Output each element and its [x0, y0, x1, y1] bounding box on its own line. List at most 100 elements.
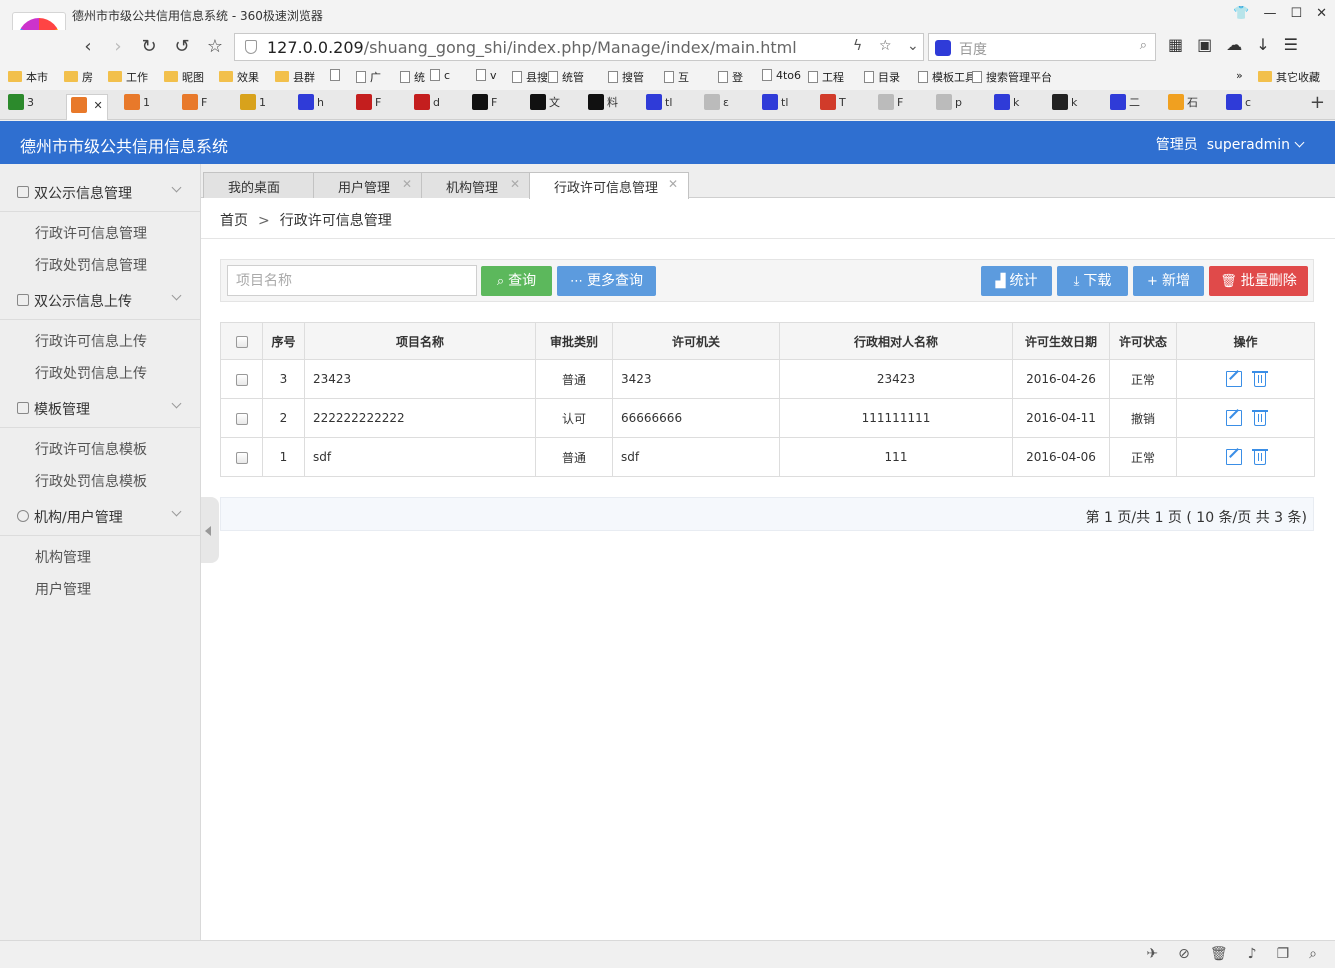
more-query-button[interactable]: ⋯ 更多查询 [557, 266, 656, 296]
sidebar-item-penalty-manage[interactable]: 行政处罚信息管理 [35, 255, 147, 275]
browser-tab[interactable]: h [298, 94, 324, 118]
shirt-icon[interactable]: 👕 [1233, 6, 1249, 21]
bookmark-item[interactable]: v [476, 69, 497, 82]
close-icon[interactable]: ✕ [90, 99, 102, 112]
search-icon[interactable]: ⌕ [1140, 38, 1147, 53]
bookmark-item[interactable]: 县搜 [512, 69, 548, 85]
bookmark-item[interactable]: 搜索管理平台 [972, 69, 1052, 85]
address-bar[interactable]: 127.0.0.209/shuang_gong_shi/index.php/Ma… [234, 33, 924, 61]
forward-icon[interactable]: › [106, 35, 130, 59]
bookmarks-other[interactable]: 其它收藏 [1258, 69, 1320, 85]
pin-icon[interactable]: ✈ [1146, 946, 1158, 962]
browser-tab[interactable]: 二 [1110, 94, 1140, 118]
sidebar-item-license-upload[interactable]: 行政许可信息上传 [35, 331, 147, 351]
sidebar-group-upload[interactable]: 双公示信息上传 [0, 280, 200, 320]
bookmark-item[interactable] [330, 69, 344, 82]
refresh-icon[interactable]: ↻ [137, 35, 161, 59]
close-icon[interactable]: ✕ [1316, 6, 1327, 21]
lightning-icon[interactable]: ϟ [853, 38, 862, 54]
new-tab-icon[interactable]: + [1310, 92, 1325, 113]
select-all-checkbox[interactable] [220, 322, 263, 360]
sidebar-item-penalty-template[interactable]: 行政处罚信息模板 [35, 471, 147, 491]
download-icon[interactable]: ↓ [1256, 35, 1269, 54]
menu-icon[interactable]: ☰ [1284, 35, 1298, 54]
screenshot-icon[interactable]: ▣ [1197, 35, 1212, 54]
minimize-icon[interactable]: — [1263, 6, 1276, 21]
browser-tab[interactable]: F [472, 94, 497, 118]
query-button[interactable]: ⌕ 查询 [481, 266, 552, 296]
sidebar-item-license-manage[interactable]: 行政许可信息管理 [35, 223, 147, 243]
bookmark-item[interactable]: 统管 [548, 69, 584, 85]
browser-tab[interactable]: ε [704, 94, 729, 118]
browser-tab[interactable]: 1 [124, 94, 150, 118]
row-checkbox[interactable] [220, 437, 263, 477]
zoom-icon[interactable]: ⌕ [1309, 946, 1317, 962]
browser-tab[interactable]: c [1226, 94, 1251, 118]
browser-tab[interactable]: F [878, 94, 903, 118]
sidebar-item-penalty-upload[interactable]: 行政处罚信息上传 [35, 363, 147, 383]
browser-tab[interactable]: 3 [8, 94, 34, 118]
download-button[interactable]: ⤓ 下载 [1057, 266, 1128, 296]
tab-org-manage[interactable]: 机构管理 ✕ [421, 172, 531, 198]
bookmark-item[interactable]: 目录 [864, 69, 900, 85]
bookmark-item[interactable]: 县群 [275, 69, 315, 85]
stats-button[interactable]: ▟ 统计 [981, 266, 1052, 296]
volume-icon[interactable]: ♪ [1248, 946, 1257, 962]
cloud-icon[interactable]: ☁ [1226, 35, 1242, 54]
sidebar-collapse-handle[interactable] [201, 497, 219, 563]
browser-tab[interactable]: 文 [530, 94, 560, 118]
tab-license-manage[interactable]: 行政许可信息管理 ✕ [529, 172, 689, 199]
edit-icon[interactable] [1225, 449, 1242, 465]
bookmark-item[interactable]: 工作 [108, 69, 148, 85]
back-icon[interactable]: ‹ [76, 35, 100, 59]
browser-tab[interactable]: F [182, 94, 207, 118]
browser-tab[interactable]: 石 [1168, 94, 1198, 118]
browser-tab[interactable]: 1 [240, 94, 266, 118]
bookmark-item[interactable]: 登 [718, 69, 743, 85]
browser-tab[interactable]: 料 [588, 94, 618, 118]
user-menu[interactable]: 管理员 superadmin [1156, 134, 1305, 154]
bookmark-item[interactable]: 互 [664, 69, 689, 85]
browser-tab[interactable]: k [1052, 94, 1077, 118]
delete-icon[interactable] [1251, 410, 1268, 426]
tab-user-manage[interactable]: 用户管理 ✕ [313, 172, 423, 198]
browser-tab[interactable]: tl [762, 94, 788, 118]
bookmark-item[interactable]: 搜管 [608, 69, 644, 85]
bookmark-item[interactable]: 效果 [219, 69, 259, 85]
bookmark-item[interactable]: 统 [400, 69, 425, 85]
browser-tab[interactable]: k [994, 94, 1019, 118]
close-icon[interactable]: ✕ [668, 177, 678, 191]
bookmark-item[interactable]: 房 [64, 69, 93, 85]
browser-tab[interactable]: ✕ [66, 94, 108, 120]
favorite-star-icon[interactable]: ☆ [879, 38, 892, 54]
browser-tab[interactable]: p [936, 94, 962, 118]
close-icon[interactable]: ✕ [510, 177, 520, 191]
compass-icon[interactable]: ⊘ [1178, 946, 1190, 962]
browser-search-box[interactable]: 百度 ⌕ [928, 33, 1156, 61]
sidebar-group-org-user[interactable]: 机构/用户管理 [0, 496, 200, 536]
bookmark-item[interactable]: 本市 [8, 69, 48, 85]
bookmark-item[interactable]: 广 [356, 69, 381, 85]
sidebar-group-double-publicity[interactable]: 双公示信息管理 [0, 172, 200, 212]
edit-icon[interactable] [1225, 371, 1242, 387]
browser-tab[interactable]: T [820, 94, 846, 118]
dropdown-icon[interactable]: ⌄ [907, 38, 919, 54]
undo-icon[interactable]: ↺ [170, 35, 194, 59]
browser-tab[interactable]: d [414, 94, 440, 118]
browser-tab[interactable]: tl [646, 94, 672, 118]
add-button[interactable]: + 新增 [1133, 266, 1204, 296]
delete-icon[interactable] [1251, 371, 1268, 387]
tab-desktop[interactable]: 我的桌面 [203, 172, 315, 198]
delete-icon[interactable] [1251, 449, 1268, 465]
breadcrumb-home[interactable]: 首页 [220, 213, 248, 229]
sidebar-item-user-manage[interactable]: 用户管理 [35, 579, 91, 599]
close-icon[interactable]: ✕ [402, 177, 412, 191]
window-icon[interactable]: ❐ [1277, 946, 1290, 962]
row-checkbox[interactable] [220, 359, 263, 399]
row-checkbox[interactable] [220, 398, 263, 438]
bookmark-item[interactable]: 4to6 [762, 69, 801, 82]
sidebar-group-templates[interactable]: 模板管理 [0, 388, 200, 428]
edit-icon[interactable] [1225, 410, 1242, 426]
sidebar-item-license-template[interactable]: 行政许可信息模板 [35, 439, 147, 459]
project-name-input[interactable] [227, 265, 477, 296]
